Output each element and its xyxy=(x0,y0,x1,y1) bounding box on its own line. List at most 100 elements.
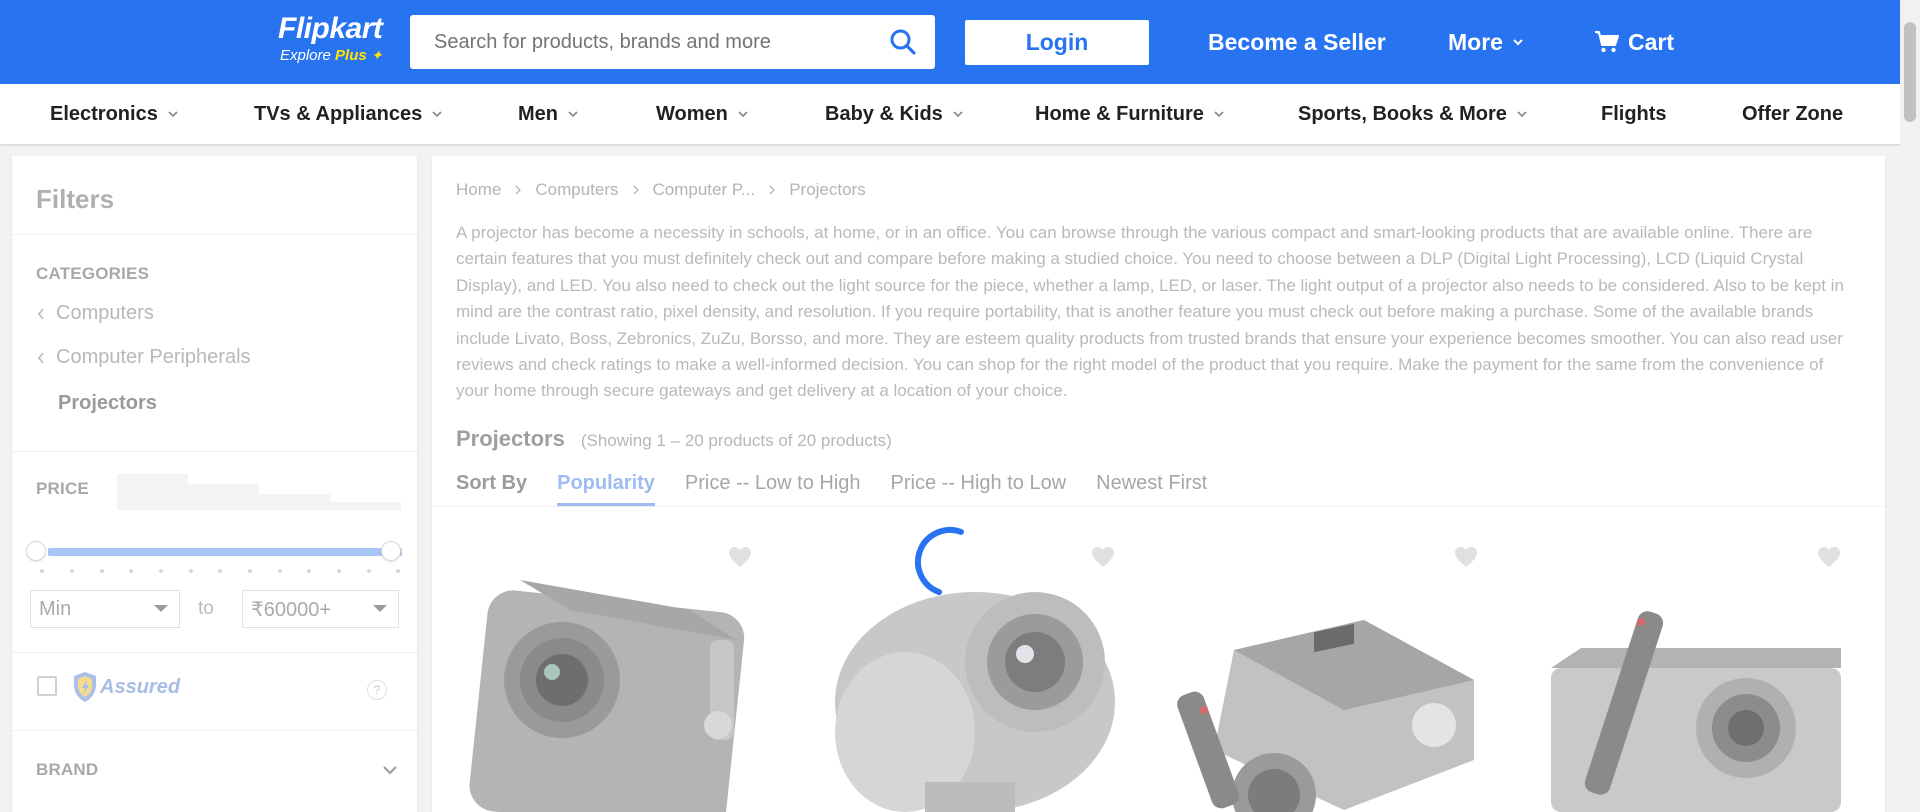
caret-down-icon xyxy=(154,605,168,612)
sort-newest-first[interactable]: Newest First xyxy=(1096,462,1207,506)
nav-item-men[interactable]: Men xyxy=(518,84,580,144)
chevron-down-icon xyxy=(738,111,748,118)
sort-price-low-high[interactable]: Price -- Low to High xyxy=(685,462,861,506)
nav-item-label: TVs & Appliances xyxy=(254,102,423,125)
chevron-down-icon xyxy=(1513,39,1523,46)
sort-by-label: Sort By xyxy=(456,472,528,494)
search-button[interactable] xyxy=(871,15,935,69)
become-seller-label: Become a Seller xyxy=(1208,29,1386,55)
heart-icon[interactable] xyxy=(728,546,752,568)
filters-panel: Filters CATEGORIES Computers Computer Pe… xyxy=(12,156,417,812)
breadcrumb-home[interactable]: Home xyxy=(456,180,501,200)
assured-checkbox[interactable] xyxy=(37,676,57,696)
cart-icon xyxy=(1595,31,1619,53)
assured-badge: Assured xyxy=(72,671,180,703)
category-nav: Electronics TVs & Appliances Men Women B… xyxy=(0,84,1920,144)
more-label: More xyxy=(1448,29,1503,55)
nav-item-label: Flights xyxy=(1601,102,1667,125)
filters-title: Filters xyxy=(36,184,115,214)
nav-item-flights[interactable]: Flights xyxy=(1601,84,1667,144)
nav-item-label: Home & Furniture xyxy=(1035,102,1204,125)
category-link-computer-peripherals[interactable]: Computer Peripherals xyxy=(36,346,251,369)
nav-item-electronics[interactable]: Electronics xyxy=(50,84,180,144)
chevron-down-icon xyxy=(1517,111,1527,118)
chevron-down-icon xyxy=(953,111,963,118)
results-title: Projectors xyxy=(456,426,565,451)
category-description: A projector has become a necessity in sc… xyxy=(456,223,1844,401)
chevron-right-icon xyxy=(515,185,522,195)
brand-heading[interactable]: BRAND xyxy=(36,760,98,780)
caret-down-icon xyxy=(373,605,387,612)
nav-item-offer-zone[interactable]: Offer Zone xyxy=(1742,84,1843,144)
price-heading: PRICE xyxy=(36,479,89,498)
assured-help-icon[interactable]: ? xyxy=(367,680,387,700)
nav-item-sports-books-more[interactable]: Sports, Books & More xyxy=(1298,84,1529,144)
nav-item-women[interactable]: Women xyxy=(656,84,750,144)
top-header: Flipkart Explore Plus ✦ Login Become a S… xyxy=(0,0,1920,84)
divider xyxy=(12,652,417,653)
price-max-select[interactable]: ₹60000+ xyxy=(242,590,399,628)
become-seller-link[interactable]: Become a Seller xyxy=(1208,26,1386,58)
nav-item-label: Men xyxy=(518,102,558,125)
logo-tagline: Explore Plus ✦ xyxy=(280,46,398,65)
results-panel: Home Computers Computer P... Projectors … xyxy=(432,156,1885,812)
nav-item-tvs-appliances[interactable]: TVs & Appliances xyxy=(254,84,444,144)
product-grid xyxy=(432,518,1885,812)
breadcrumb-computer-peripherals[interactable]: Computer P... xyxy=(653,180,756,200)
chevron-down-icon xyxy=(432,111,442,118)
chevron-right-icon xyxy=(769,185,776,195)
nav-item-label: Women xyxy=(656,102,728,125)
plus-star-icon: ✦ xyxy=(370,47,383,63)
price-min-select[interactable]: Min xyxy=(30,590,180,628)
search-input[interactable] xyxy=(410,15,871,69)
price-slider-fill xyxy=(48,548,402,556)
price-slider-max-handle[interactable] xyxy=(381,541,401,561)
price-max-value: ₹60000+ xyxy=(251,598,332,621)
breadcrumb-computers[interactable]: Computers xyxy=(535,180,618,200)
assured-shield-icon xyxy=(74,672,96,702)
logo-tag-prefix: Explore xyxy=(280,47,331,64)
chevron-right-icon xyxy=(633,185,639,195)
price-slider-ticks xyxy=(40,569,400,575)
divider xyxy=(12,234,417,235)
assured-label: Assured xyxy=(100,675,181,698)
divider xyxy=(432,506,1885,507)
product-card[interactable] xyxy=(432,518,795,812)
nav-item-home-furniture[interactable]: Home & Furniture xyxy=(1035,84,1226,144)
price-slider-min-handle[interactable] xyxy=(26,541,46,561)
more-menu[interactable]: More xyxy=(1448,26,1525,58)
product-image xyxy=(835,592,1115,812)
divider xyxy=(12,730,417,731)
cart-link[interactable]: Cart xyxy=(1594,26,1674,58)
results-header: Projectors (Showing 1 – 20 products of 2… xyxy=(456,426,892,452)
price-min-value: Min xyxy=(39,597,72,620)
chevron-down-icon[interactable] xyxy=(382,764,398,776)
current-category: Projectors xyxy=(58,392,157,414)
product-card[interactable] xyxy=(1158,518,1521,812)
cart-label: Cart xyxy=(1628,29,1675,55)
product-card[interactable] xyxy=(1521,518,1884,812)
chevron-down-icon xyxy=(168,111,178,118)
heart-icon[interactable] xyxy=(1091,546,1115,568)
page-scrollbar-thumb[interactable] xyxy=(1904,22,1916,122)
heart-icon[interactable] xyxy=(1454,546,1478,568)
heart-icon[interactable] xyxy=(1817,546,1841,568)
flipkart-logo[interactable]: Flipkart Explore Plus ✦ xyxy=(278,12,398,68)
chevron-down-icon xyxy=(568,111,578,118)
nav-item-label: Sports, Books & More xyxy=(1298,102,1507,125)
sort-bar: Sort By Popularity Price -- Low to High … xyxy=(456,462,1207,506)
category-link-label: Computers xyxy=(56,302,154,324)
divider xyxy=(12,451,417,452)
results-count: (Showing 1 – 20 products of 20 products) xyxy=(580,431,892,450)
login-button[interactable]: Login xyxy=(965,20,1149,65)
nav-item-label: Electronics xyxy=(50,102,158,125)
loading-spinner-icon xyxy=(915,527,964,596)
nav-item-baby-kids[interactable]: Baby & Kids xyxy=(825,84,965,144)
breadcrumb-projectors: Projectors xyxy=(789,180,866,199)
logo-tag-plus: Plus xyxy=(335,47,367,64)
category-link-computers[interactable]: Computers xyxy=(36,302,154,325)
sort-popularity[interactable]: Popularity xyxy=(557,462,655,506)
sort-price-high-low[interactable]: Price -- High to Low xyxy=(891,462,1067,506)
product-image xyxy=(1177,620,1474,812)
category-link-label: Computer Peripherals xyxy=(56,346,251,368)
